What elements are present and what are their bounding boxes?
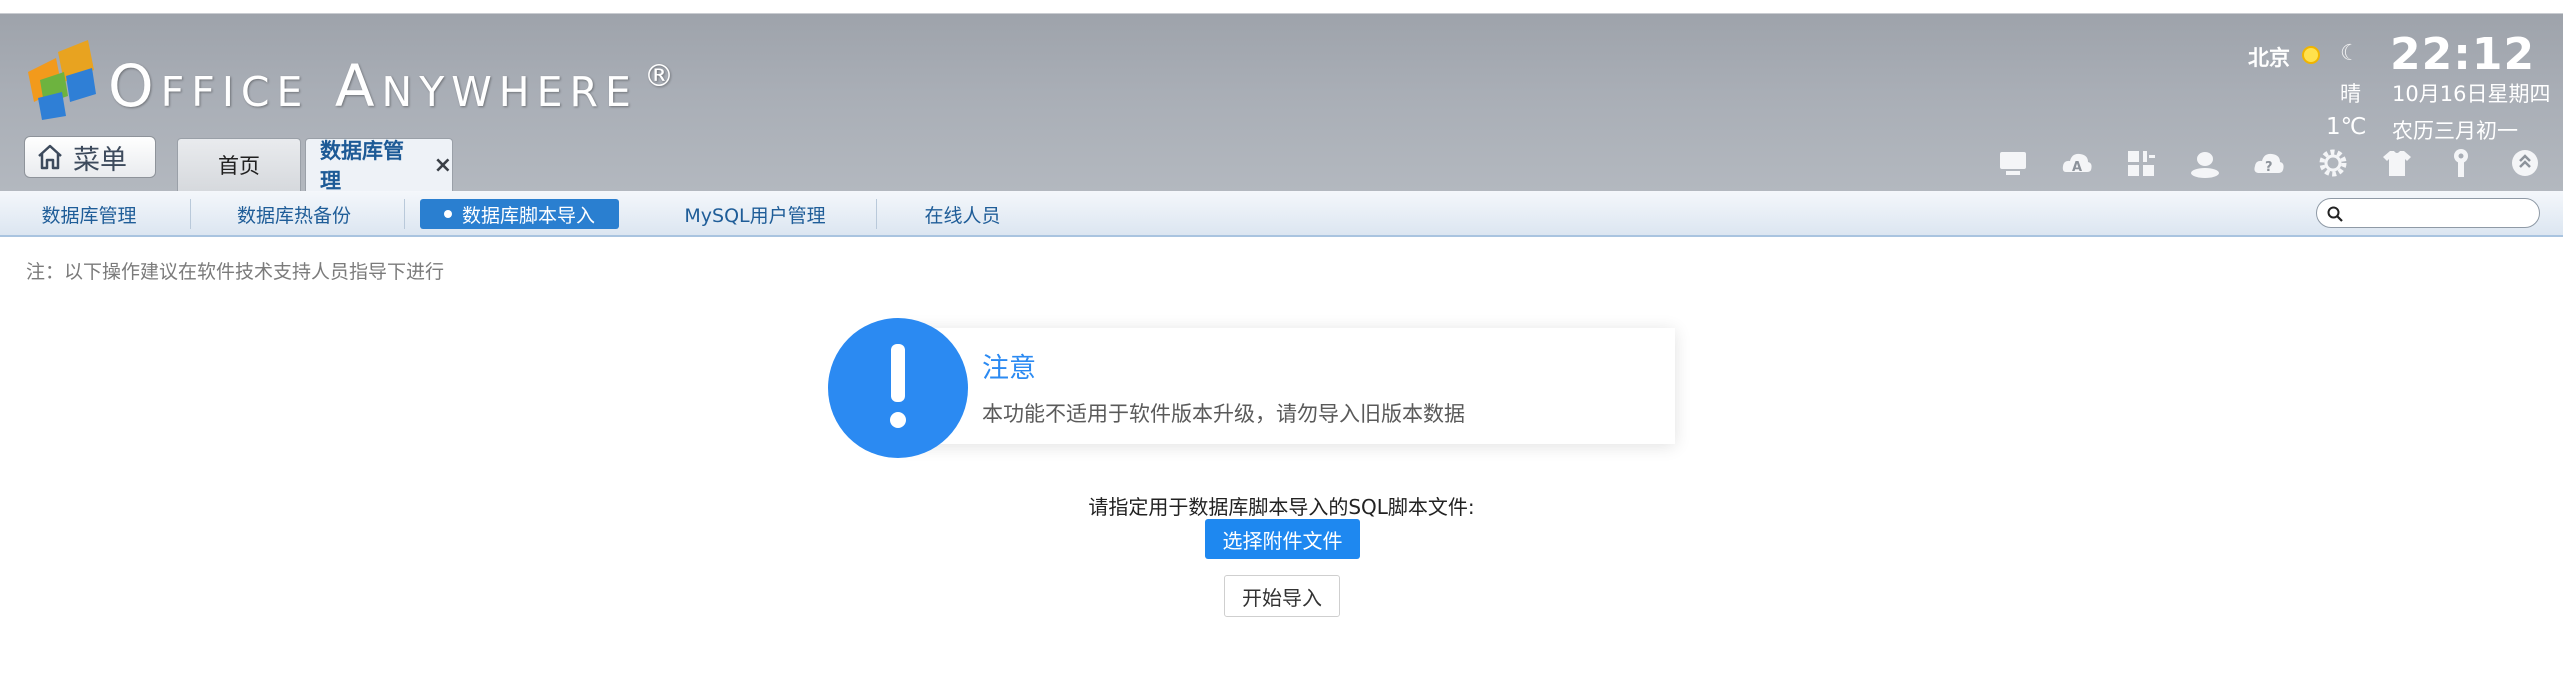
subnav-item-hot-backup[interactable]: 数据库热备份: [224, 199, 364, 229]
shirt-icon[interactable]: [2380, 146, 2414, 180]
subnav-item-label: MySQL用户管理: [684, 204, 826, 227]
brand-title: Office Anywhere ®: [108, 52, 674, 120]
exclamation-icon: [828, 318, 968, 458]
key-icon[interactable]: [2444, 146, 2478, 180]
menu-button[interactable]: 菜单: [24, 136, 156, 178]
search-box: [2316, 198, 2540, 228]
svg-text:A: A: [2072, 160, 2082, 175]
subnav-item-label: 数据库热备份: [236, 204, 351, 227]
cloud-help-icon[interactable]: ?: [2252, 146, 2286, 180]
subnav-item-database-management[interactable]: 数据库管理: [24, 199, 154, 229]
notice-message: 本功能不适用于软件版本升级，请勿导入旧版本数据: [982, 402, 1465, 426]
subnav-divider: [876, 199, 877, 229]
modules-icon[interactable]: [2124, 146, 2158, 180]
operation-note: 注：以下操作建议在软件技术支持人员指导下进行: [26, 261, 445, 283]
tab-database-management[interactable]: 数据库管理 ×: [305, 138, 453, 193]
tab-home[interactable]: 首页: [177, 138, 301, 191]
notice-title: 注意: [982, 353, 1036, 384]
file-prompt: 请指定用于数据库脚本导入的SQL脚本文件:: [1088, 495, 1475, 519]
home-icon: [38, 144, 62, 170]
top-strip: [0, 0, 2563, 13]
subnav-item-label: 在线人员: [924, 204, 1001, 227]
tab-database-management-label: 数据库管理: [320, 139, 404, 193]
select-file-button[interactable]: 选择附件文件: [1205, 519, 1360, 559]
svg-text:?: ?: [2265, 160, 2273, 175]
office-logo-icon: [28, 40, 96, 120]
weather-city: 北京: [2248, 46, 2290, 70]
subnav-item-mysql-users[interactable]: MySQL用户管理: [660, 199, 850, 229]
start-import-button[interactable]: 开始导入: [1224, 575, 1340, 617]
active-dot-icon: [443, 210, 452, 218]
tab-close-icon[interactable]: ×: [434, 153, 452, 178]
search-input[interactable]: [2347, 202, 2527, 224]
moon-icon: ☾: [2340, 41, 2360, 66]
menu-label: 菜单: [73, 144, 127, 176]
subnav-item-online-users[interactable]: 在线人员: [905, 199, 1020, 229]
clock-time: 22:12: [2390, 29, 2536, 80]
subnav-item-script-import[interactable]: 数据库脚本导入: [420, 199, 619, 229]
monitor-icon[interactable]: [1996, 146, 2030, 180]
sun-icon: [2302, 46, 2320, 64]
tab-home-label: 首页: [218, 154, 260, 178]
subnav-item-label: 数据库脚本导入: [461, 204, 595, 227]
logout-icon[interactable]: [2508, 146, 2542, 180]
lunar-date: 农历三月初一: [2392, 119, 2518, 143]
search-icon: [2327, 206, 2343, 222]
sub-navbar: 数据库管理 数据库热备份 数据库脚本导入 MySQL用户管理 在线人员: [0, 191, 2563, 237]
weather-condition: 晴: [2340, 82, 2361, 106]
subnav-divider: [190, 199, 191, 229]
subnav-divider: [404, 199, 405, 229]
cloud-a-icon[interactable]: A: [2060, 146, 2094, 180]
settings-icon[interactable]: [2316, 146, 2350, 180]
temperature: 1℃: [2326, 114, 2367, 140]
user-icon[interactable]: [2188, 146, 2222, 180]
subnav-item-label: 数据库管理: [41, 204, 137, 227]
date-text: 10月16日星期四: [2392, 82, 2551, 106]
